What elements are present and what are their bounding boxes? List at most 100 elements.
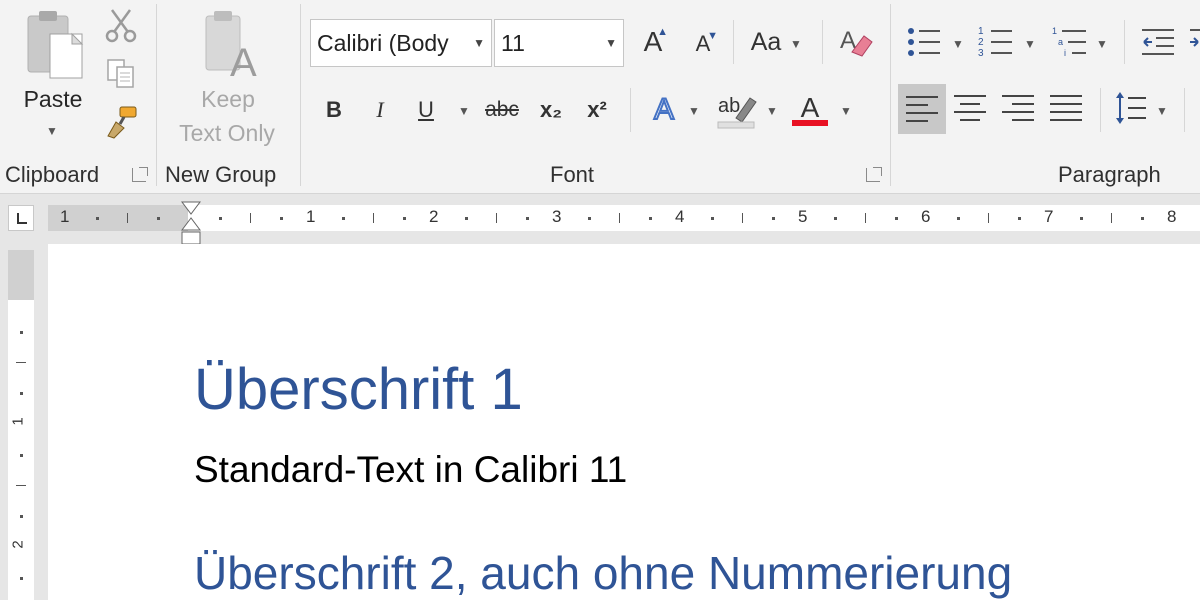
chevron-down-icon[interactable]: ▼ xyxy=(605,20,617,66)
paste-dropdown-caret[interactable]: ▼ xyxy=(46,124,58,138)
chevron-down-icon[interactable]: ▼ xyxy=(1096,37,1108,51)
ruler-dot xyxy=(280,217,284,220)
vertical-ruler[interactable]: 12 xyxy=(8,250,34,600)
separator xyxy=(1184,88,1185,132)
superscript-button[interactable]: x² xyxy=(580,90,614,130)
increase-indent-icon[interactable] xyxy=(1186,22,1200,62)
ruler-number: 8 xyxy=(1167,207,1177,226)
clear-formatting-icon[interactable]: A xyxy=(836,22,876,62)
change-case-button[interactable]: Aa xyxy=(744,22,788,62)
chevron-down-icon[interactable]: ▼ xyxy=(840,104,852,118)
subscript-icon: x₂ xyxy=(539,97,562,122)
heading-1[interactable]: Überschrift 1 xyxy=(194,356,523,423)
italic-icon: I xyxy=(376,97,384,122)
ruler-tick xyxy=(741,213,743,223)
ruler-dot xyxy=(587,217,591,220)
highlight-icon[interactable]: ab xyxy=(714,90,758,130)
chevron-down-icon[interactable]: ▼ xyxy=(766,104,778,118)
font-name-combobox[interactable]: Calibri (Body ▼ xyxy=(310,19,492,67)
ruler-dot xyxy=(956,217,960,220)
heading-2[interactable]: Überschrift 2, auch ohne Nummerierung xyxy=(194,546,1012,600)
text-effects-button[interactable]: A xyxy=(646,90,682,130)
svg-text:3: 3 xyxy=(978,48,984,59)
vertical-ruler-dot xyxy=(20,453,23,457)
separator xyxy=(630,88,631,132)
strikethrough-button[interactable]: abc xyxy=(482,90,522,130)
font-color-swatch xyxy=(792,120,828,126)
ruler-dot xyxy=(526,217,530,220)
ruler-dot xyxy=(895,217,899,220)
paste-icon[interactable] xyxy=(22,8,88,84)
ruler-dot xyxy=(833,217,837,220)
paragraph-group-label: Paragraph xyxy=(1058,162,1161,187)
shrink-font-button[interactable]: A ▼ xyxy=(686,26,720,62)
bold-button[interactable]: B xyxy=(318,90,350,130)
paste-button-label[interactable]: Paste xyxy=(22,86,84,113)
justify-icon[interactable] xyxy=(1046,88,1086,128)
ruler-tick xyxy=(372,213,374,223)
decrease-indent-icon[interactable] xyxy=(1138,22,1178,62)
underline-button[interactable]: U xyxy=(410,90,442,130)
ruler-dot xyxy=(1018,217,1022,220)
ruler-number: 2 xyxy=(429,207,439,226)
cut-icon[interactable] xyxy=(104,6,138,44)
chevron-down-icon[interactable]: ▼ xyxy=(473,20,485,66)
ruler-dot xyxy=(95,217,99,220)
separator xyxy=(822,20,823,64)
numbering-icon[interactable]: 1 2 3 xyxy=(976,22,1016,62)
keep-text-only-label-1[interactable]: Keep xyxy=(198,86,258,113)
vertical-ruler-dot xyxy=(20,392,23,396)
separator xyxy=(300,4,301,186)
indent-marker[interactable] xyxy=(180,200,202,246)
ruler-number: 1 xyxy=(60,207,70,226)
align-right-icon[interactable] xyxy=(998,88,1038,128)
italic-button[interactable]: I xyxy=(364,90,396,130)
ribbon: Paste ▼ Clipboard A Keep Text Only New G… xyxy=(0,0,1200,194)
align-center-icon[interactable] xyxy=(950,88,990,128)
ruler-dot xyxy=(464,217,468,220)
ruler-tick xyxy=(864,213,866,223)
chevron-down-icon[interactable]: ▼ xyxy=(1024,37,1036,51)
svg-text:i: i xyxy=(1064,48,1066,58)
clipboard-dialog-launcher[interactable] xyxy=(132,167,148,182)
svg-text:1: 1 xyxy=(978,26,984,37)
font-group-label: Font xyxy=(550,162,595,187)
svg-text:1: 1 xyxy=(1052,26,1057,36)
multilevel-list-icon[interactable]: 1 a i xyxy=(1050,22,1090,62)
line-spacing-icon[interactable] xyxy=(1110,88,1150,128)
bullets-icon[interactable] xyxy=(904,22,944,62)
svg-text:2: 2 xyxy=(978,37,984,48)
strikethrough-icon: abc xyxy=(485,98,519,121)
chevron-down-icon[interactable]: ▼ xyxy=(952,37,964,51)
clipboard-group-label: Clipboard xyxy=(5,162,100,187)
separator xyxy=(1100,88,1101,132)
ruler-dot xyxy=(772,217,776,220)
ruler-tick xyxy=(987,213,989,223)
ruler-dot xyxy=(341,217,345,220)
font-size-combobox[interactable]: 11 ▼ xyxy=(494,19,624,67)
highlight-text: ab xyxy=(718,95,740,117)
chevron-down-icon[interactable]: ▼ xyxy=(458,104,470,118)
copy-icon[interactable] xyxy=(104,56,138,90)
chevron-down-icon[interactable]: ▼ xyxy=(688,104,700,118)
keep-text-only-label-2[interactable]: Text Only xyxy=(172,120,282,147)
body-paragraph[interactable]: Standard-Text in Calibri 11 xyxy=(194,449,627,491)
ruler-number: 5 xyxy=(798,207,808,226)
ruler-dot xyxy=(403,217,407,220)
svg-text:a: a xyxy=(1058,37,1063,47)
chevron-down-icon[interactable]: ▼ xyxy=(1156,104,1168,118)
ruler-dot xyxy=(710,217,714,220)
horizontal-ruler[interactable]: 1 1 2 3 4 5 6 7 8 xyxy=(48,205,1200,231)
chevron-down-icon[interactable]: ▼ xyxy=(790,37,802,51)
ruler-dot xyxy=(1141,217,1145,220)
grow-font-button[interactable]: A ▲ xyxy=(636,22,670,62)
font-dialog-launcher[interactable] xyxy=(866,167,882,182)
subscript-button[interactable]: x₂ xyxy=(534,90,568,130)
align-left-icon[interactable] xyxy=(898,84,946,134)
ruler-number: 4 xyxy=(675,207,685,226)
tab-selector[interactable] xyxy=(8,205,34,231)
ruler-tick xyxy=(495,213,497,223)
format-painter-icon[interactable] xyxy=(104,104,140,140)
keep-text-only-icon[interactable]: A xyxy=(200,8,266,84)
font-size-value: 11 xyxy=(501,30,525,56)
